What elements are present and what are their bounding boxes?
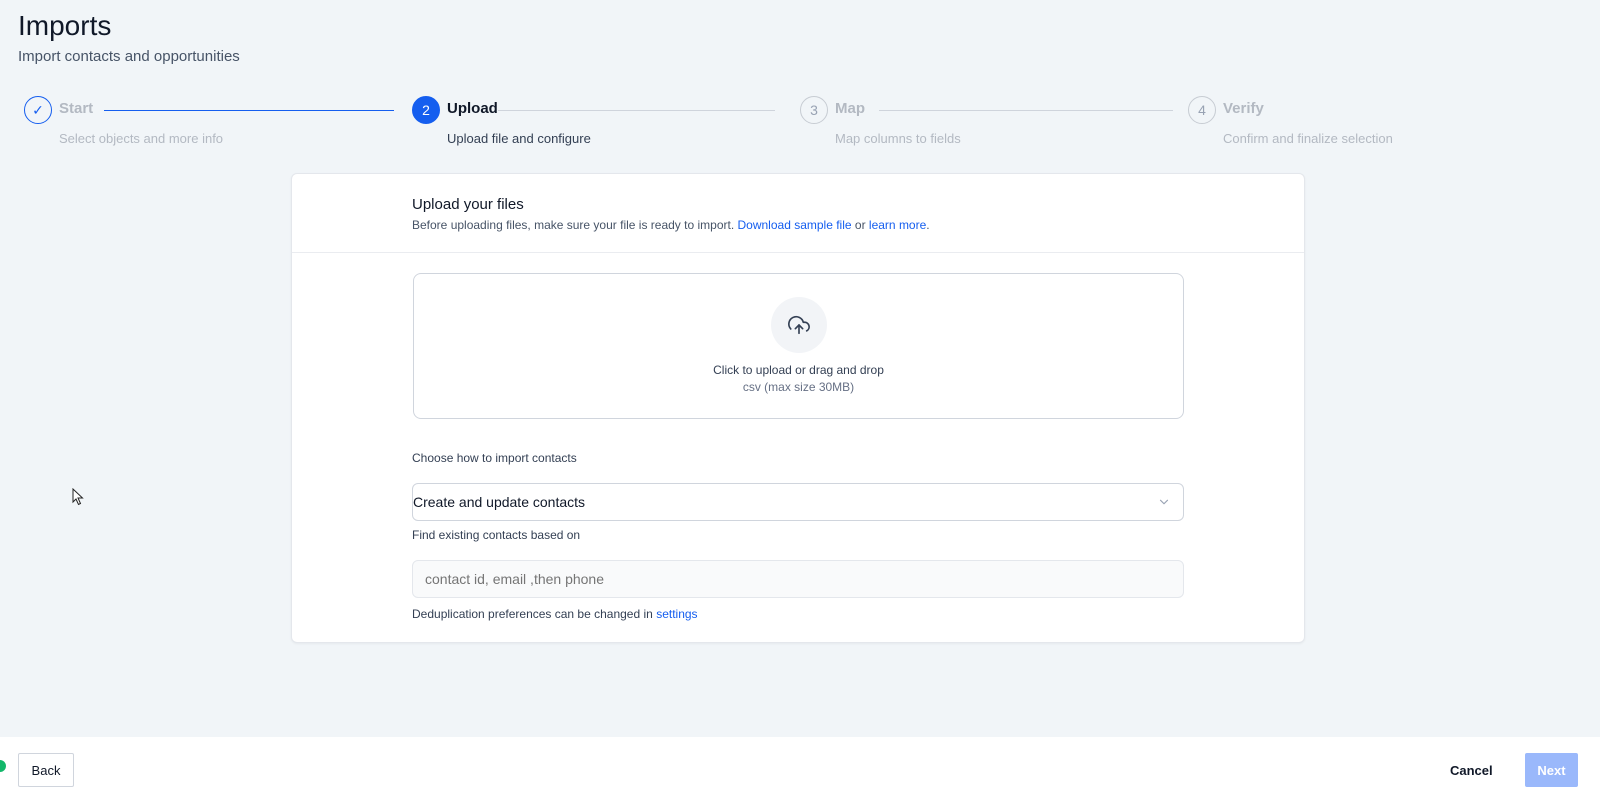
- step-subtitle: Map columns to fields: [835, 131, 961, 146]
- step-number: 2: [412, 96, 440, 124]
- import-mode-select[interactable]: Create and update contacts: [412, 483, 1184, 521]
- step-connector-3: [879, 110, 1173, 111]
- step-number: 4: [1188, 96, 1216, 124]
- dedupe-note-text: Deduplication preferences can be changed…: [412, 607, 653, 621]
- back-button[interactable]: Back: [18, 753, 74, 787]
- step-title: Start: [59, 100, 94, 117]
- card-header: Upload your files Before uploading files…: [292, 174, 1304, 253]
- dropzone-secondary-text: csv (max size 30MB): [742, 380, 855, 394]
- check-icon: ✓: [24, 96, 52, 124]
- step-title: Verify: [1223, 100, 1264, 117]
- settings-link[interactable]: settings: [656, 607, 697, 621]
- dropzone-primary-text: Click to upload or drag and drop: [713, 363, 884, 377]
- step-subtitle: Select objects and more info: [59, 131, 224, 146]
- help-widget-icon[interactable]: [0, 760, 6, 772]
- step-connector-2: [498, 110, 775, 111]
- import-mode-value: Create and update contacts: [413, 494, 586, 510]
- dedupe-input: [412, 560, 1184, 598]
- next-button[interactable]: Next: [1525, 753, 1578, 787]
- chevron-down-icon: [1159, 499, 1169, 505]
- learn-more-link[interactable]: learn more: [869, 218, 926, 232]
- step-subtitle: Upload file and configure: [447, 131, 591, 146]
- page-title: Imports: [18, 10, 112, 41]
- cloud-upload-icon: [771, 297, 827, 353]
- or-text: or: [854, 218, 866, 232]
- step-number: 3: [800, 96, 828, 124]
- dedupe-note: Deduplication preferences can be changed…: [412, 607, 698, 621]
- step-subtitle: Confirm and finalize selection: [1223, 131, 1393, 146]
- step-title: Map: [835, 100, 865, 117]
- import-stepper: ✓ Start Select objects and more info 2 U…: [24, 96, 1584, 156]
- footer-bar: Back Cancel Next: [0, 737, 1600, 793]
- card-description: Before uploading files, make sure your f…: [412, 218, 1304, 232]
- card-title: Upload your files: [412, 196, 524, 213]
- step-title: Upload: [447, 100, 498, 117]
- mouse-cursor-icon: [72, 488, 84, 506]
- cancel-button[interactable]: Cancel: [1450, 753, 1493, 787]
- import-mode-label: Choose how to import contacts: [412, 451, 577, 465]
- file-dropzone[interactable]: Click to upload or drag and drop csv (ma…: [413, 273, 1184, 419]
- dedupe-label: Find existing contacts based on: [412, 528, 581, 542]
- page-header: Imports Import contacts and opportunitie…: [18, 10, 240, 65]
- page-subtitle: Import contacts and opportunities: [18, 48, 240, 65]
- step-connector-1: [104, 110, 394, 111]
- period-text: .: [926, 218, 930, 232]
- download-sample-link[interactable]: Download sample file: [738, 218, 852, 232]
- upload-card: Upload your files Before uploading files…: [291, 173, 1305, 643]
- description-text: Before uploading files, make sure your f…: [412, 218, 735, 232]
